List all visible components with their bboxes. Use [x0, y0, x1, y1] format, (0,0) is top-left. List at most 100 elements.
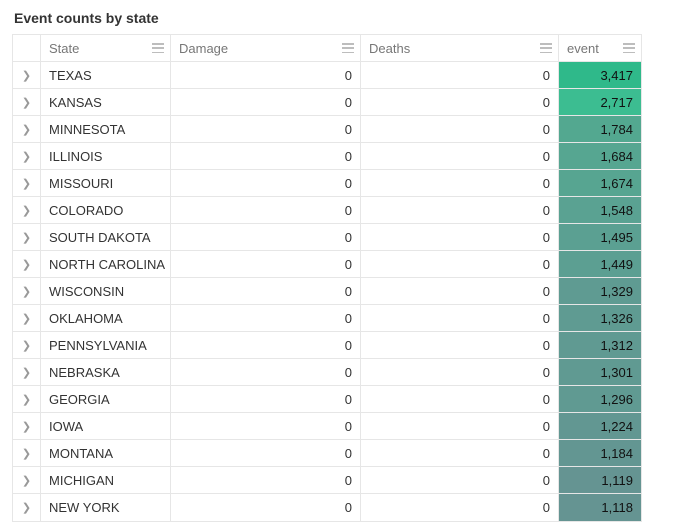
- hamburger-icon[interactable]: [623, 43, 635, 53]
- table-row[interactable]: ❯COLORADO001,548: [13, 197, 641, 224]
- cell-event: 1,449: [559, 251, 641, 277]
- cell-damage: 0: [171, 305, 361, 331]
- table-row[interactable]: ❯NORTH CAROLINA001,449: [13, 251, 641, 278]
- table-row[interactable]: ❯GEORGIA001,296: [13, 386, 641, 413]
- cell-deaths: 0: [361, 332, 559, 358]
- cell-event: 1,329: [559, 278, 641, 304]
- header-row: State Damage Deaths event: [13, 35, 641, 62]
- cell-damage: 0: [171, 170, 361, 196]
- table-row[interactable]: ❯MINNESOTA001,784: [13, 116, 641, 143]
- cell-state: NEW YORK: [41, 494, 171, 521]
- table-row[interactable]: ❯NEW YORK001,118: [13, 494, 641, 521]
- chevron-right-icon: ❯: [22, 447, 31, 460]
- cell-damage: 0: [171, 224, 361, 250]
- table-row[interactable]: ❯MONTANA001,184: [13, 440, 641, 467]
- expand-toggle[interactable]: ❯: [13, 62, 41, 88]
- cell-deaths: 0: [361, 305, 559, 331]
- cell-state: ILLINOIS: [41, 143, 171, 169]
- hamburger-icon[interactable]: [152, 43, 164, 53]
- cell-deaths: 0: [361, 170, 559, 196]
- cell-deaths: 0: [361, 224, 559, 250]
- cell-state: MONTANA: [41, 440, 171, 466]
- table-row[interactable]: ❯IOWA001,224: [13, 413, 641, 440]
- chevron-right-icon: ❯: [22, 96, 31, 109]
- cell-event: 1,118: [559, 494, 641, 521]
- expand-toggle[interactable]: ❯: [13, 359, 41, 385]
- column-label: Deaths: [369, 41, 410, 56]
- column-header-damage[interactable]: Damage: [171, 35, 361, 61]
- cell-state: PENNSYLVANIA: [41, 332, 171, 358]
- expand-toggle[interactable]: ❯: [13, 251, 41, 277]
- expand-toggle[interactable]: ❯: [13, 494, 41, 521]
- chevron-right-icon: ❯: [22, 123, 31, 136]
- cell-state: WISCONSIN: [41, 278, 171, 304]
- table-row[interactable]: ❯TEXAS003,417: [13, 62, 641, 89]
- cell-deaths: 0: [361, 116, 559, 142]
- expand-toggle[interactable]: ❯: [13, 413, 41, 439]
- hamburger-icon[interactable]: [540, 43, 552, 53]
- expand-toggle[interactable]: ❯: [13, 386, 41, 412]
- expand-toggle[interactable]: ❯: [13, 143, 41, 169]
- column-label: State: [49, 41, 79, 56]
- chevron-right-icon: ❯: [22, 420, 31, 433]
- table-row[interactable]: ❯PENNSYLVANIA001,312: [13, 332, 641, 359]
- table-row[interactable]: ❯KANSAS002,717: [13, 89, 641, 116]
- cell-damage: 0: [171, 440, 361, 466]
- expand-toggle[interactable]: ❯: [13, 440, 41, 466]
- table-row[interactable]: ❯MISSOURI001,674: [13, 170, 641, 197]
- cell-event: 1,119: [559, 467, 641, 493]
- page-title: Event counts by state: [12, 8, 667, 34]
- expand-toggle[interactable]: ❯: [13, 332, 41, 358]
- cell-deaths: 0: [361, 359, 559, 385]
- expand-toggle[interactable]: ❯: [13, 89, 41, 115]
- cell-event: 1,224: [559, 413, 641, 439]
- chevron-right-icon: ❯: [22, 474, 31, 487]
- expand-toggle[interactable]: ❯: [13, 170, 41, 196]
- chevron-right-icon: ❯: [22, 231, 31, 244]
- cell-event: 1,784: [559, 116, 641, 142]
- expand-toggle[interactable]: ❯: [13, 224, 41, 250]
- expand-toggle[interactable]: ❯: [13, 116, 41, 142]
- cell-deaths: 0: [361, 197, 559, 223]
- cell-damage: 0: [171, 251, 361, 277]
- chevron-right-icon: ❯: [22, 366, 31, 379]
- expand-toggle[interactable]: ❯: [13, 305, 41, 331]
- cell-damage: 0: [171, 467, 361, 493]
- cell-event: 1,684: [559, 143, 641, 169]
- cell-event: 1,301: [559, 359, 641, 385]
- chevron-right-icon: ❯: [22, 69, 31, 82]
- expand-toggle[interactable]: ❯: [13, 467, 41, 493]
- expand-header: [13, 35, 41, 61]
- column-header-deaths[interactable]: Deaths: [361, 35, 559, 61]
- cell-state: IOWA: [41, 413, 171, 439]
- cell-deaths: 0: [361, 278, 559, 304]
- expand-toggle[interactable]: ❯: [13, 197, 41, 223]
- cell-event: 3,417: [559, 62, 641, 88]
- cell-damage: 0: [171, 332, 361, 358]
- cell-deaths: 0: [361, 386, 559, 412]
- table-row[interactable]: ❯SOUTH DAKOTA001,495: [13, 224, 641, 251]
- column-header-event[interactable]: event: [559, 35, 641, 61]
- column-header-state[interactable]: State: [41, 35, 171, 61]
- cell-deaths: 0: [361, 413, 559, 439]
- cell-event: 1,674: [559, 170, 641, 196]
- cell-deaths: 0: [361, 143, 559, 169]
- hamburger-icon[interactable]: [342, 43, 354, 53]
- table-row[interactable]: ❯NEBRASKA001,301: [13, 359, 641, 386]
- cell-event: 1,495: [559, 224, 641, 250]
- cell-state: NORTH CAROLINA: [41, 251, 171, 277]
- table-row[interactable]: ❯OKLAHOMA001,326: [13, 305, 641, 332]
- table-row[interactable]: ❯MICHIGAN001,119: [13, 467, 641, 494]
- column-label: Damage: [179, 41, 228, 56]
- data-grid: State Damage Deaths event ❯TEXAS003,417❯…: [12, 34, 642, 522]
- cell-event: 1,184: [559, 440, 641, 466]
- cell-deaths: 0: [361, 251, 559, 277]
- table-row[interactable]: ❯ILLINOIS001,684: [13, 143, 641, 170]
- cell-deaths: 0: [361, 89, 559, 115]
- table-row[interactable]: ❯WISCONSIN001,329: [13, 278, 641, 305]
- chevron-right-icon: ❯: [22, 177, 31, 190]
- chevron-right-icon: ❯: [22, 393, 31, 406]
- cell-deaths: 0: [361, 62, 559, 88]
- cell-state: NEBRASKA: [41, 359, 171, 385]
- expand-toggle[interactable]: ❯: [13, 278, 41, 304]
